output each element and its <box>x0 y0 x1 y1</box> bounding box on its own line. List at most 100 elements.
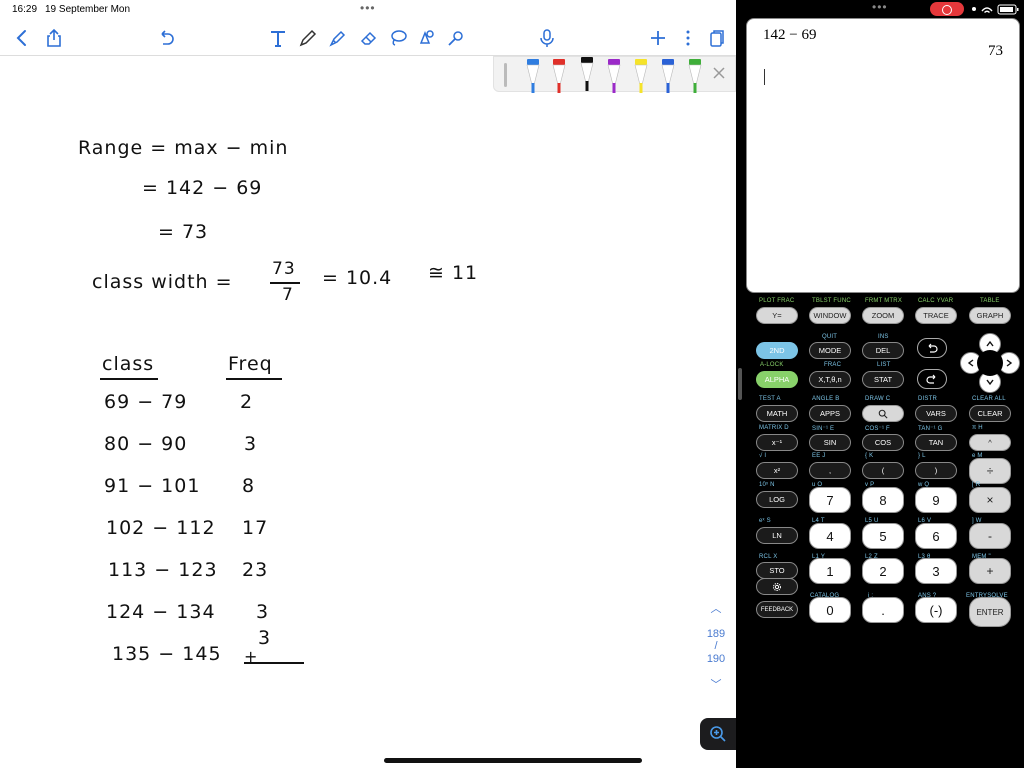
page-up-chevron-icon[interactable]: ︿ <box>704 600 728 616</box>
back-chevron-icon[interactable] <box>12 28 32 48</box>
xtn-key[interactable]: X,T,θ,n <box>809 371 851 388</box>
log-key[interactable]: LOG <box>756 491 798 508</box>
eight-key[interactable]: 8 <box>862 487 904 513</box>
split-view-divider[interactable] <box>736 0 744 768</box>
ink-class-interval: 91 − 101 <box>104 475 201 497</box>
multitask-dots-icon[interactable]: ••• <box>360 1 376 15</box>
ink-frequency: 2 <box>240 391 254 413</box>
caret-key[interactable]: ^ <box>969 434 1011 451</box>
left-paren-key[interactable]: ( <box>862 462 904 479</box>
more-vertical-icon[interactable] <box>678 28 698 48</box>
search-icon[interactable] <box>862 405 904 422</box>
divider-handle[interactable] <box>738 368 742 400</box>
trace-key[interactable]: TRACE <box>915 307 957 324</box>
ln-key[interactable]: LN <box>756 527 798 544</box>
ink-fraction-denominator: 7 <box>282 285 294 305</box>
calculator-display[interactable]: 142 − 69 73 <box>746 18 1020 293</box>
label-frmt-mtrx: FRMT MTRX <box>865 298 903 304</box>
one-key[interactable]: 1 <box>809 558 851 584</box>
screen-recording-icon[interactable] <box>930 2 964 16</box>
ink-frequency: 3 <box>244 433 258 455</box>
cos-key[interactable]: COS <box>862 434 904 451</box>
label-quit: QUIT <box>822 334 838 340</box>
zero-key[interactable]: 0 <box>809 597 851 623</box>
handwriting-canvas[interactable]: Range = max − min = 142 − 69 = 73 class … <box>0 57 736 768</box>
ipad-split-screen: 16:29 19 September Mon ••• Range = max −… <box>0 0 1024 768</box>
ink-range-result: = 73 <box>158 221 209 243</box>
shapes-icon[interactable] <box>416 28 436 48</box>
plus-key[interactable]: + <box>969 558 1011 584</box>
y-equals-key[interactable]: Y= <box>756 307 798 324</box>
right-paren-key[interactable]: ) <box>915 462 957 479</box>
nine-key[interactable]: 9 <box>915 487 957 513</box>
apps-key[interactable]: APPS <box>809 405 851 422</box>
enter-key[interactable]: ENTER <box>969 597 1011 627</box>
feedback-key[interactable]: FEEDBACK <box>756 601 798 618</box>
share-icon[interactable] <box>44 28 64 48</box>
zoom-icon[interactable] <box>700 718 736 750</box>
minus-key[interactable]: - <box>969 523 1011 549</box>
microphone-icon[interactable] <box>537 28 557 48</box>
sto-key[interactable]: STO <box>756 562 798 579</box>
four-key[interactable]: 4 <box>809 523 851 549</box>
label-tblst-func: TBLST FUNC <box>812 298 851 304</box>
page-down-chevron-icon[interactable]: ﹀ <box>704 676 728 692</box>
page-indicator-total: 190 <box>706 653 726 665</box>
pen-tool-icon[interactable] <box>298 28 318 48</box>
negative-key[interactable]: (-) <box>915 597 957 623</box>
inverse-key[interactable]: x⁻¹ <box>756 434 798 451</box>
ink-frequency: 3 <box>256 601 270 623</box>
status-time: 16:29 <box>12 4 38 15</box>
ink-class-interval: 80 − 90 <box>104 433 188 455</box>
multitask-dots-icon-2[interactable]: ••• <box>872 0 888 14</box>
settings-gear-icon[interactable] <box>756 578 798 595</box>
pages-icon[interactable] <box>706 28 726 48</box>
two-key[interactable]: 2 <box>862 558 904 584</box>
display-result: 73 <box>988 43 1003 59</box>
key-label: CLEAR ALL <box>972 396 1006 402</box>
square-key[interactable]: x² <box>756 462 798 479</box>
notes-app: 16:29 19 September Mon ••• Range = max −… <box>0 0 736 768</box>
math-key[interactable]: MATH <box>756 405 798 422</box>
seven-key[interactable]: 7 <box>809 487 851 513</box>
key-label: MATRIX D <box>759 425 789 431</box>
three-key[interactable]: 3 <box>915 558 957 584</box>
five-key[interactable]: 5 <box>862 523 904 549</box>
redo-key[interactable] <box>917 369 947 389</box>
mode-key[interactable]: MODE <box>809 342 851 359</box>
ink-frequency: 3 <box>258 627 272 649</box>
ink-class-interval: 113 − 123 <box>108 559 218 581</box>
ink-class-interval: 69 − 79 <box>104 391 188 413</box>
undo-key[interactable] <box>917 338 947 358</box>
highlighter-icon[interactable] <box>328 28 348 48</box>
clear-key[interactable]: CLEAR <box>969 405 1011 422</box>
comma-key[interactable]: , <box>809 462 851 479</box>
eraser-icon[interactable] <box>358 28 378 48</box>
text-tool-icon[interactable] <box>268 28 288 48</box>
label-frac: FRAC <box>824 362 842 368</box>
stat-key[interactable]: STAT <box>862 371 904 388</box>
laser-pointer-icon[interactable] <box>446 28 466 48</box>
six-key[interactable]: 6 <box>915 523 957 549</box>
home-indicator[interactable] <box>384 758 642 763</box>
key-label: TAN⁻¹ G <box>918 426 943 432</box>
multiply-key[interactable]: × <box>969 487 1011 513</box>
divide-key[interactable]: ÷ <box>969 458 1011 484</box>
window-key[interactable]: WINDOW <box>809 307 851 324</box>
ink-frequency: 17 <box>242 517 269 539</box>
zoom-key[interactable]: ZOOM <box>862 307 904 324</box>
ink-range-line: Range = max − min <box>78 137 289 159</box>
tan-key[interactable]: TAN <box>915 434 957 451</box>
vars-key[interactable]: VARS <box>915 405 957 422</box>
undo-icon[interactable] <box>156 28 176 48</box>
second-key[interactable]: 2ND <box>756 342 798 359</box>
del-key[interactable]: DEL <box>862 342 904 359</box>
sin-key[interactable]: SIN <box>809 434 851 451</box>
status-bar: 16:29 19 September Mon ••• <box>0 0 736 20</box>
add-icon[interactable] <box>648 28 668 48</box>
alpha-key[interactable]: ALPHA <box>756 371 798 388</box>
lasso-icon[interactable] <box>388 28 408 48</box>
decimal-key[interactable]: . <box>862 597 904 623</box>
ink-plus-sign: + <box>244 647 259 666</box>
graph-key[interactable]: GRAPH <box>969 307 1011 324</box>
